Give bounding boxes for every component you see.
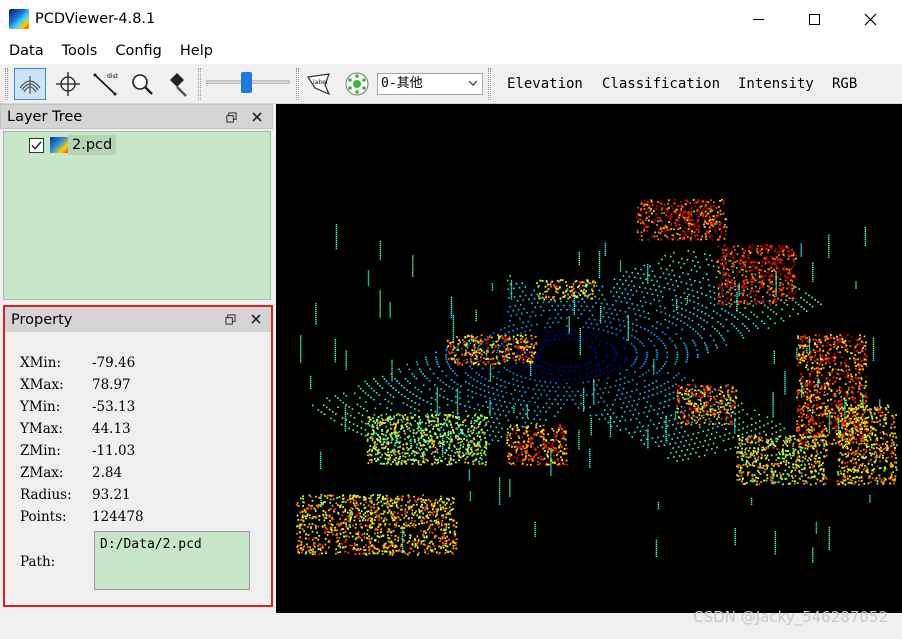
- property-key: XMin:: [20, 355, 61, 371]
- property-value: 124478: [92, 509, 144, 525]
- point-cloud-points: [296, 199, 898, 563]
- maximize-icon: [808, 13, 820, 25]
- layer-tree-body: 2.pcd: [3, 131, 271, 300]
- property-close-button[interactable]: [248, 311, 264, 327]
- property-key: Radius:: [20, 487, 72, 503]
- property-key: ZMin:: [20, 443, 61, 459]
- label-tool-text: label: [313, 79, 328, 86]
- toolbar-grip-2[interactable]: [296, 68, 299, 100]
- property-row-zmax: ZMax: 2.84: [20, 464, 122, 482]
- layer-tree-float-button[interactable]: [223, 109, 239, 125]
- property-row-ymax: YMax: 44.13: [20, 420, 131, 438]
- color-classification-button[interactable]: Classification: [602, 74, 720, 94]
- brush-icon: [170, 73, 187, 97]
- property-value: -53.13: [92, 399, 136, 415]
- menu-help[interactable]: Help: [171, 43, 222, 59]
- minimize-icon: [752, 18, 764, 20]
- measure-distance-button[interactable]: dist: [89, 68, 121, 100]
- point-cloud-select-icon: [19, 76, 41, 94]
- menu-data[interactable]: Data: [0, 43, 53, 59]
- path-field[interactable]: D:/Data/2.pcd: [94, 531, 250, 590]
- pick-point-button[interactable]: [52, 68, 84, 100]
- property-key: XMax:: [20, 377, 64, 393]
- toolbar-grip-3[interactable]: [488, 68, 491, 100]
- class-select[interactable]: 0-其他: [377, 73, 483, 95]
- color-rgb-button[interactable]: RGB: [832, 74, 857, 94]
- close-icon: [252, 112, 262, 122]
- eraser-button[interactable]: [162, 68, 194, 100]
- property-row-zmin: ZMin: -11.03: [20, 442, 135, 460]
- property-row-ymin: YMin: -53.13: [20, 398, 135, 416]
- property-key: Points:: [20, 509, 67, 525]
- crosshair-icon: [56, 72, 80, 96]
- dist-tool-text: dist: [107, 73, 119, 80]
- close-icon: [251, 314, 261, 324]
- property-value: 93.21: [92, 487, 131, 503]
- property-value: 78.97: [92, 377, 131, 393]
- property-title: Property: [11, 311, 73, 328]
- title-bar: PCDViewer-4.8.1: [0, 0, 902, 38]
- point-size-slider-handle[interactable]: [241, 72, 252, 93]
- property-row-xmin: XMin: -79.46: [20, 354, 135, 372]
- zoom-button[interactable]: [126, 68, 158, 100]
- watermark-text: CSDN @Jacky_546287052: [693, 608, 888, 626]
- property-value: -79.46: [92, 355, 136, 371]
- app-icon: [9, 9, 29, 29]
- property-value: 44.13: [92, 421, 131, 437]
- float-icon: [225, 111, 237, 123]
- window-title: PCDViewer-4.8.1: [35, 11, 156, 27]
- menu-tools[interactable]: Tools: [53, 43, 107, 59]
- magnifier-icon: [132, 74, 153, 95]
- select-points-button[interactable]: [14, 68, 46, 100]
- layer-tree-close-button[interactable]: [249, 109, 265, 125]
- classify-icon: [345, 72, 369, 96]
- property-row-radius: Radius: 93.21: [20, 486, 131, 504]
- layer-label[interactable]: 2.pcd: [68, 135, 117, 155]
- color-elevation-button[interactable]: Elevation: [507, 74, 583, 94]
- toolbar-separator: [198, 68, 201, 100]
- close-button[interactable]: [842, 0, 898, 38]
- path-value: D:/Data/2.pcd: [100, 537, 202, 552]
- property-row-points: Points: 124478: [20, 508, 144, 526]
- path-label: Path:: [20, 554, 56, 570]
- property-key: YMax:: [20, 421, 63, 437]
- property-float-button[interactable]: [222, 311, 238, 327]
- menu-config[interactable]: Config: [106, 43, 171, 59]
- layer-tree-title: Layer Tree: [7, 108, 83, 125]
- property-key: ZMax:: [20, 465, 64, 481]
- property-row-xmax: XMax: 78.97: [20, 376, 131, 394]
- property-key: YMin:: [20, 399, 61, 415]
- layer-item[interactable]: 2.pcd: [29, 135, 117, 155]
- property-value: -11.03: [92, 443, 136, 459]
- point-cloud-viewport[interactable]: [276, 104, 902, 613]
- maximize-button[interactable]: [786, 0, 842, 38]
- point-cloud-render[interactable]: [276, 104, 902, 613]
- float-icon: [224, 313, 236, 325]
- distance-measure-icon: dist: [93, 73, 119, 96]
- property-value: 2.84: [92, 465, 123, 481]
- chevron-down-icon: [469, 80, 477, 86]
- layer-visibility-checkbox[interactable]: [29, 137, 44, 153]
- label-tag-icon: label: [306, 73, 331, 96]
- class-select-value: 0-其他: [381, 76, 423, 91]
- minimize-button[interactable]: [730, 0, 786, 38]
- classify-button[interactable]: [341, 68, 373, 100]
- checkmark-icon: [31, 140, 42, 150]
- label-tool-button[interactable]: label: [303, 68, 335, 100]
- color-intensity-button[interactable]: Intensity: [738, 74, 814, 94]
- point-cloud-layer-icon: [50, 137, 68, 153]
- toolbar-grip[interactable]: [5, 68, 8, 100]
- property-header: Property: [5, 307, 271, 332]
- menu-bar: Data Tools Config Help: [0, 38, 902, 64]
- layer-tree-header: Layer Tree: [0, 104, 273, 129]
- close-icon: [864, 13, 876, 25]
